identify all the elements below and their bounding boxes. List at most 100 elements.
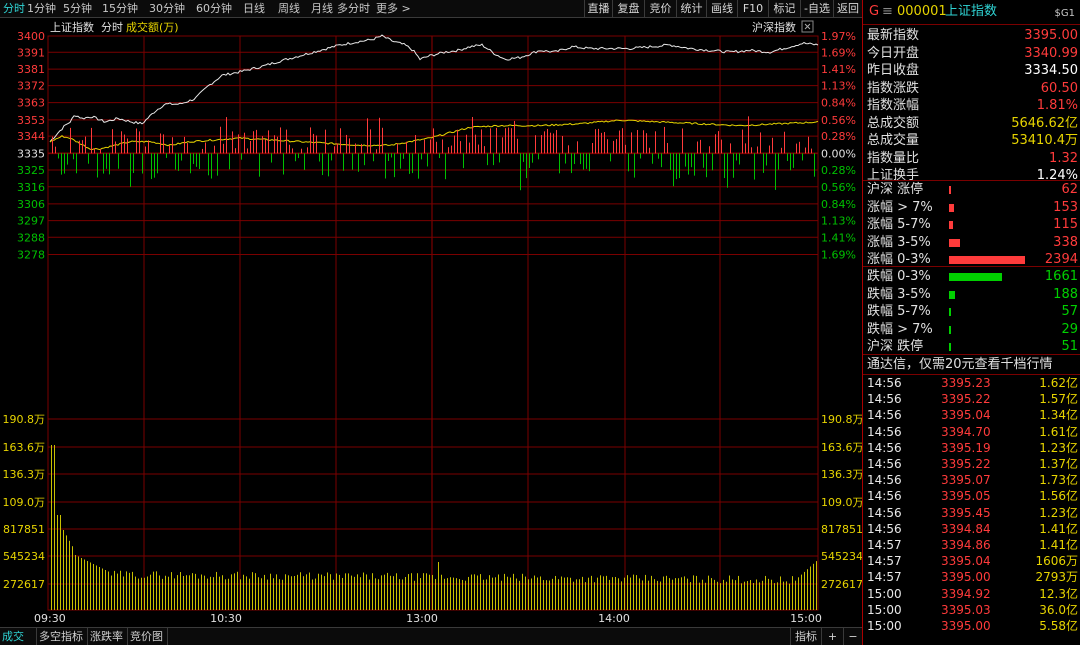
flag-icon[interactable]: G: [869, 5, 879, 19]
toolbar-button-7[interactable]: -自选: [800, 0, 833, 17]
menu-icon[interactable]: ≡: [882, 5, 893, 19]
period-1[interactable]: 1分钟: [27, 2, 56, 15]
volume-bar: [270, 573, 271, 610]
breadth-bar: [58, 153, 59, 159]
tick-volume: 1.73亿: [1039, 473, 1078, 488]
price-tick-label: 3372: [17, 80, 45, 93]
toolbar-button-6[interactable]: 标记: [768, 0, 800, 17]
price-tick-label: 3400: [17, 30, 45, 43]
breadth-bar: [730, 143, 731, 154]
toolbar-button-3[interactable]: 统计: [676, 0, 706, 17]
tick-row[interactable]: 14:57 3395.04 1606万: [863, 553, 1080, 569]
breadth-bar-fill: [949, 221, 953, 229]
pct-tick-label: 1.97%: [821, 30, 856, 43]
breadth-bar: [748, 116, 749, 154]
period-4[interactable]: 30分钟: [149, 2, 185, 15]
breadth-bar: [163, 134, 164, 154]
indicator-button-2[interactable]: −: [843, 628, 862, 645]
volume-bar: [318, 573, 319, 610]
tick-row[interactable]: 14:57 3395.00 2793万: [863, 569, 1080, 585]
volume-tick-label-right: 817851: [821, 523, 862, 536]
breadth-bar: [499, 153, 500, 163]
breadth-bar: [784, 131, 785, 154]
breadth-bar: [625, 144, 626, 154]
tick-row[interactable]: 14:56 3394.84 1.41亿: [863, 521, 1080, 537]
tick-row[interactable]: 14:56 3395.05 1.56亿: [863, 488, 1080, 504]
tick-row[interactable]: 15:00 3395.03 36.0亿: [863, 602, 1080, 618]
tick-row[interactable]: 14:56 3395.04 1.34亿: [863, 407, 1080, 423]
breadth-bar: [115, 141, 116, 154]
volume-bar: [768, 578, 769, 610]
tick-row[interactable]: 14:57 3394.86 1.41亿: [863, 537, 1080, 553]
toolbar-button-5[interactable]: F10: [737, 0, 768, 17]
period-8[interactable]: 月线: [311, 2, 333, 15]
period-9[interactable]: 多分时: [337, 2, 370, 15]
breadth-bar: [607, 139, 608, 154]
period-0[interactable]: 分时: [3, 2, 25, 15]
period-5[interactable]: 60分钟: [196, 2, 232, 15]
breadth-bar: [700, 139, 701, 154]
volume-bar: [264, 574, 265, 610]
tick-row[interactable]: 14:56 3395.07 1.73亿: [863, 472, 1080, 488]
pct-tick-label: 1.69%: [821, 46, 856, 59]
breadth-bar: [370, 129, 371, 154]
breadth-bar: [772, 137, 773, 154]
ad-banner[interactable]: 通达信，仅需20元查看千档行情: [867, 356, 1053, 373]
tick-row[interactable]: 14:56 3395.22 1.57亿: [863, 391, 1080, 407]
quote-label: 总成交额: [867, 115, 920, 131]
breadth-bar: [367, 118, 368, 154]
tick-row[interactable]: 14:56 3395.45 1.23亿: [863, 505, 1080, 521]
tick-row[interactable]: 14:56 3395.23 1.62亿: [863, 375, 1080, 391]
quote-row: 总成交量 53410.4万: [863, 132, 1080, 149]
tick-row[interactable]: 14:56 3395.22 1.37亿: [863, 456, 1080, 472]
indicator-tab-0[interactable]: 成交额: [0, 628, 37, 645]
intraday-chart[interactable]: 上证指数 分时 成交额(万) 沪深指数 3400 1.97% 3391 1.69% 3381 1.…: [0, 18, 863, 627]
tick-time: 15:00: [867, 586, 902, 601]
breadth-bar: [196, 153, 197, 167]
tick-row[interactable]: 14:56 3394.70 1.61亿: [863, 424, 1080, 440]
volume-bar: [393, 576, 394, 610]
volume-bar: [516, 578, 517, 610]
indicator-tab-1[interactable]: 多空指标: [37, 628, 88, 645]
volume-bar: [423, 573, 424, 610]
time-tick-label: 13:00: [406, 612, 438, 625]
toolbar-button-2[interactable]: 竞价: [644, 0, 676, 17]
tick-volume: 1.61亿: [1039, 424, 1078, 439]
toolbar-button-4[interactable]: 画线: [706, 0, 737, 17]
volume-bar: [795, 580, 796, 610]
indicator-button-1[interactable]: +: [821, 628, 843, 645]
breadth-bar: [592, 142, 593, 154]
breadth-bar: [760, 132, 761, 154]
breadth-bar: [97, 153, 98, 178]
tick-row[interactable]: 15:00 3394.92 12.3亿: [863, 586, 1080, 602]
volume-bar: [249, 578, 250, 610]
volume-bar: [246, 576, 247, 610]
period-10[interactable]: 更多 >: [376, 2, 411, 15]
toolbar-button-8[interactable]: 返回: [833, 0, 862, 17]
period-7[interactable]: 周线: [278, 2, 300, 15]
period-3[interactable]: 15分钟: [102, 2, 138, 15]
volume-bar: [552, 578, 553, 610]
breadth-label: 沪深 跌停: [867, 339, 924, 354]
indicator-tab-3[interactable]: 竞价图: [128, 628, 168, 645]
intraday-chart-svg[interactable]: 上证指数 分时 成交额(万) 沪深指数 3400 1.97% 3391 1.69% 3381 1.…: [0, 18, 863, 627]
toolbar-button-1[interactable]: 复盘: [612, 0, 644, 17]
breadth-bar: [664, 126, 665, 154]
breadth-bar: [544, 131, 545, 154]
period-6[interactable]: 日线: [243, 2, 265, 15]
volume-bar: [510, 577, 511, 610]
indicator-tab-2[interactable]: 涨跌率: [88, 628, 128, 645]
breadth-bar: [205, 142, 206, 154]
indicator-button-0[interactable]: 指标: [790, 628, 821, 645]
breadth-bar: [157, 153, 158, 174]
volume-bar: [483, 579, 484, 610]
breadth-bar: [238, 134, 239, 154]
toolbar-button-0[interactable]: 直播: [584, 0, 612, 17]
volume-tick-label: 109.0万: [3, 496, 46, 509]
tick-row[interactable]: 14:56 3395.19 1.23亿: [863, 440, 1080, 456]
breadth-bar: [484, 146, 485, 154]
tick-row[interactable]: 15:00 3395.00 5.58亿: [863, 618, 1080, 634]
breadth-bar: [439, 153, 440, 159]
period-2[interactable]: 5分钟: [63, 2, 92, 15]
volume-bar: [723, 579, 724, 610]
